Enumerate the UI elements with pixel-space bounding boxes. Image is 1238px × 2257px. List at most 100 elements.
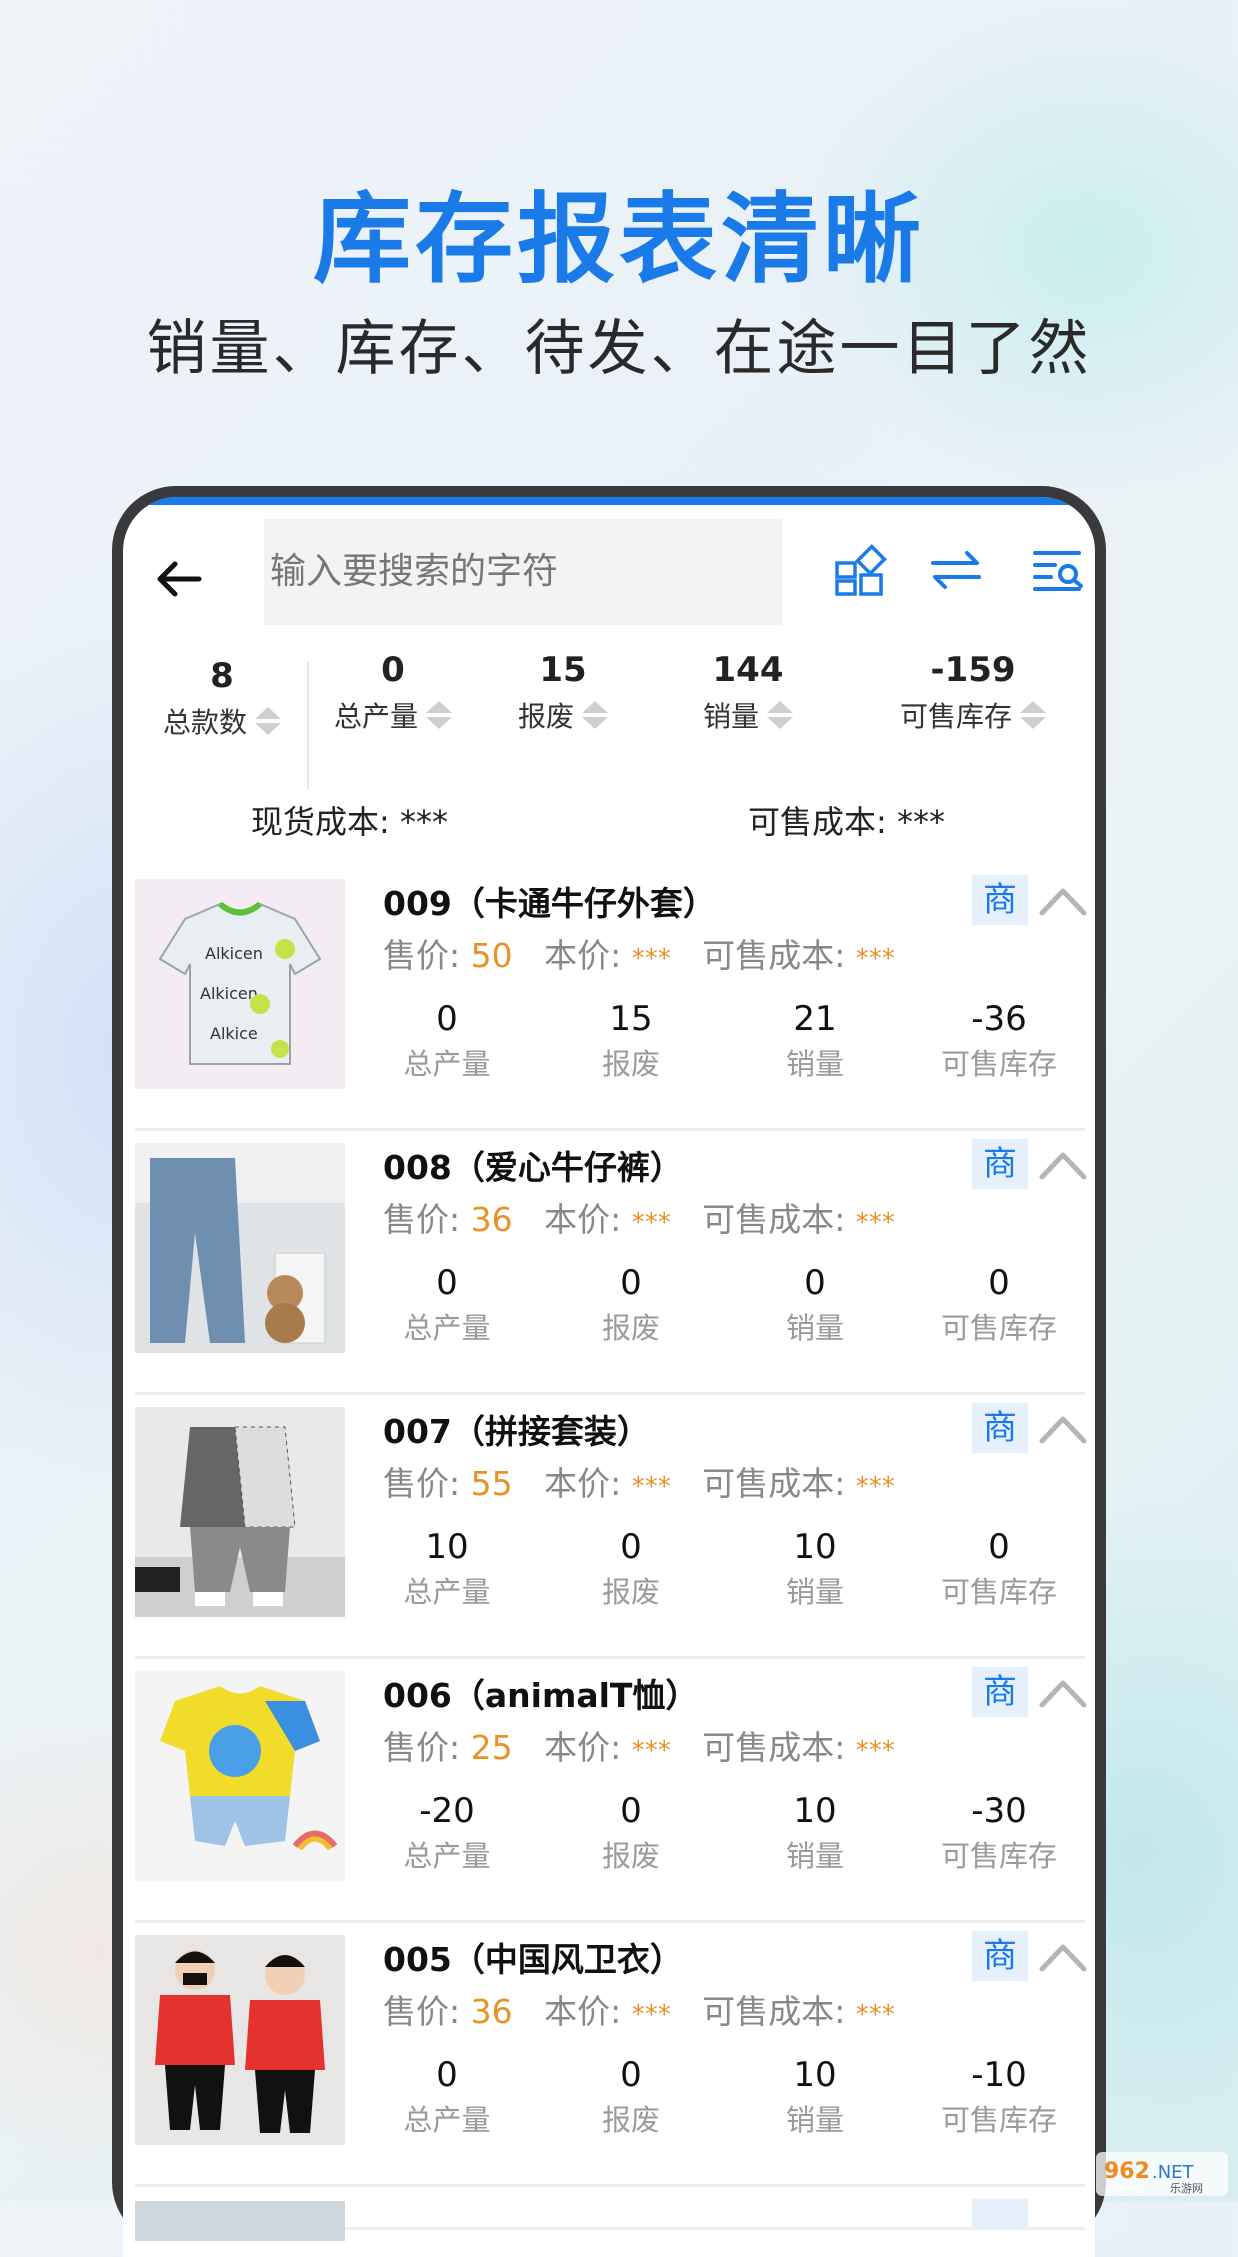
price-row: 售价: 50 本价: *** 可售成本: ***: [383, 929, 895, 977]
chevron-up-icon[interactable]: [1038, 1937, 1088, 1977]
metric-label: 报废: [601, 1047, 660, 1081]
metric-scrap: 0 报废: [539, 2053, 723, 2139]
metric-value: 0: [804, 1263, 826, 1303]
sellable-cost-value: ***: [855, 1472, 895, 1502]
sort-icon[interactable]: [426, 701, 452, 729]
metric-sales: 0 销量: [723, 1261, 907, 1347]
metric-sales: 10 销量: [723, 1525, 907, 1611]
sort-icon[interactable]: [767, 701, 793, 729]
product-title: 007（拼接套装）: [383, 1412, 650, 1451]
arrow-left-icon[interactable]: [153, 553, 205, 605]
swap-arrows-icon[interactable]: [929, 543, 983, 597]
merchant-badge[interactable]: 商: [972, 875, 1028, 925]
phone-frame: 输入要搜索的字符 8 总款数 0 总产量 15 报废 144 销量 -159 可…: [112, 486, 1106, 2257]
metric-output: 0 总产量: [355, 997, 539, 1083]
merchant-badge[interactable]: 商: [972, 1139, 1028, 1189]
stat-label: 报废: [517, 700, 574, 733]
metric-value: 0: [620, 2055, 642, 2095]
chevron-up-icon[interactable]: [1038, 1145, 1088, 1185]
sellable-cost-label: 可售成本:: [702, 1200, 856, 1239]
sellable-cost-value: ***: [855, 2000, 895, 2030]
sort-icon[interactable]: [255, 707, 281, 735]
merchant-badge[interactable]: 商: [972, 1667, 1028, 1717]
metric-value: -36: [971, 999, 1027, 1039]
svg-text:乐游网: 乐游网: [1170, 2182, 1203, 2195]
sellable-cost-label: 可售成本:: [702, 936, 856, 975]
list-item[interactable]: Alkicen Alkicen Alkice 009（卡通牛仔外套） 售价: 5…: [135, 867, 1088, 1131]
svg-text:962: 962: [1104, 2159, 1150, 2184]
merchant-badge[interactable]: [972, 2199, 1028, 2229]
sellable-cost-value: ***: [855, 1736, 895, 1766]
metric-output: -20 总产量: [355, 1789, 539, 1875]
metric-output: 0 总产量: [355, 1261, 539, 1347]
search-input[interactable]: 输入要搜索的字符: [264, 519, 782, 625]
product-image: [135, 1671, 345, 1881]
metric-value: 0: [988, 1527, 1010, 1567]
metric-sales: 21 销量: [723, 997, 907, 1083]
chevron-up-icon[interactable]: [1038, 1673, 1088, 1713]
app-screen: 输入要搜索的字符 8 总款数 0 总产量 15 报废 144 销量 -159 可…: [123, 497, 1095, 2257]
price-value: 25: [470, 1728, 513, 1767]
list-item[interactable]: 008（爱心牛仔裤） 售价: 36 本价: *** 可售成本: *** 商 0 总…: [135, 1131, 1088, 1395]
price-value: 55: [470, 1464, 513, 1503]
metric-label: 报废: [601, 2103, 660, 2137]
sellable-cost-value: ***: [855, 1208, 895, 1238]
sellable-cost: 可售成本: ***: [748, 803, 945, 841]
metric-value: 10: [793, 1791, 837, 1831]
list-item[interactable]: [135, 2187, 1085, 2241]
list-item[interactable]: 007（拼接套装） 售价: 55 本价: *** 可售成本: *** 商 10 总…: [135, 1395, 1088, 1659]
sort-icon[interactable]: [1020, 701, 1046, 729]
chevron-up-icon[interactable]: [1038, 881, 1088, 921]
metric-value: 0: [620, 1527, 642, 1567]
metric-label: 销量: [785, 2103, 844, 2137]
metric-stock: -10 可售库存: [907, 2053, 1091, 2139]
metric-label: 可售库存: [940, 1575, 1057, 1609]
metric-stock: -30 可售库存: [907, 1789, 1091, 1875]
cost-label: 本价:: [544, 936, 632, 975]
stat-value: 15: [539, 650, 587, 690]
list-item[interactable]: 006（animalT恤） 售价: 25 本价: *** 可售成本: *** 商…: [135, 1659, 1088, 1923]
product-title: 009（卡通牛仔外套）: [383, 884, 716, 923]
merchant-badge[interactable]: 商: [972, 1403, 1028, 1453]
metric-label: 总产量: [403, 1047, 491, 1081]
price-label: 售价:: [383, 936, 471, 975]
metric-sales: 10 销量: [723, 1789, 907, 1875]
stat-total-output[interactable]: 0 总产量: [323, 645, 463, 735]
product-title: 005（中国风卫衣）: [383, 1940, 683, 1979]
sort-icon[interactable]: [582, 701, 608, 729]
metric-stock: 0 可售库存: [907, 1261, 1091, 1347]
chevron-up-icon[interactable]: [1038, 1409, 1088, 1449]
metric-value: -20: [419, 1791, 475, 1831]
metric-label: 销量: [785, 1575, 844, 1609]
metric-value: 0: [436, 999, 458, 1039]
stat-sales[interactable]: 144 销量: [688, 645, 808, 735]
merchant-badge[interactable]: 商: [972, 1931, 1028, 1981]
metric-scrap: 0 报废: [539, 1789, 723, 1875]
product-image: [135, 1407, 345, 1617]
sellable-cost-label: 可售成本:: [702, 1464, 856, 1503]
stat-total-styles[interactable]: 8 总款数: [147, 645, 297, 741]
stat-label: 可售库存: [899, 700, 1012, 733]
metric-output: 10 总产量: [355, 1525, 539, 1611]
metric-label: 可售库存: [940, 1311, 1057, 1345]
accent-bar: [123, 497, 1095, 505]
stat-sellable-stock[interactable]: -159 可售库存: [883, 645, 1063, 735]
price-row: 售价: 55 本价: *** 可售成本: ***: [383, 1457, 895, 1505]
list-item[interactable]: 005（中国风卫衣） 售价: 36 本价: *** 可售成本: *** 商 0 总…: [135, 1923, 1088, 2187]
stat-scrap[interactable]: 15 报废: [503, 645, 623, 735]
summary-stats: 8 总款数 0 总产量 15 报废 144 销量 -159 可售库存: [123, 645, 1095, 775]
metric-value: 10: [425, 1527, 469, 1567]
hero-subtitle: 销量、库存、待发、在途一目了然: [146, 314, 1092, 384]
price-label: 售价:: [383, 1200, 471, 1239]
product-image: [135, 2201, 345, 2241]
cost-value: ***: [631, 944, 671, 974]
metric-label: 报废: [601, 1575, 660, 1609]
cost-value: ***: [631, 1736, 671, 1766]
metric-value: 10: [793, 2055, 837, 2095]
svg-text:.NET: .NET: [1152, 2162, 1195, 2183]
metric-scrap: 15 报废: [539, 997, 723, 1083]
list-search-icon[interactable]: [1031, 543, 1085, 597]
grid-layout-icon[interactable]: [833, 543, 887, 597]
metric-sales: 10 销量: [723, 2053, 907, 2139]
stat-value: 8: [210, 656, 234, 696]
